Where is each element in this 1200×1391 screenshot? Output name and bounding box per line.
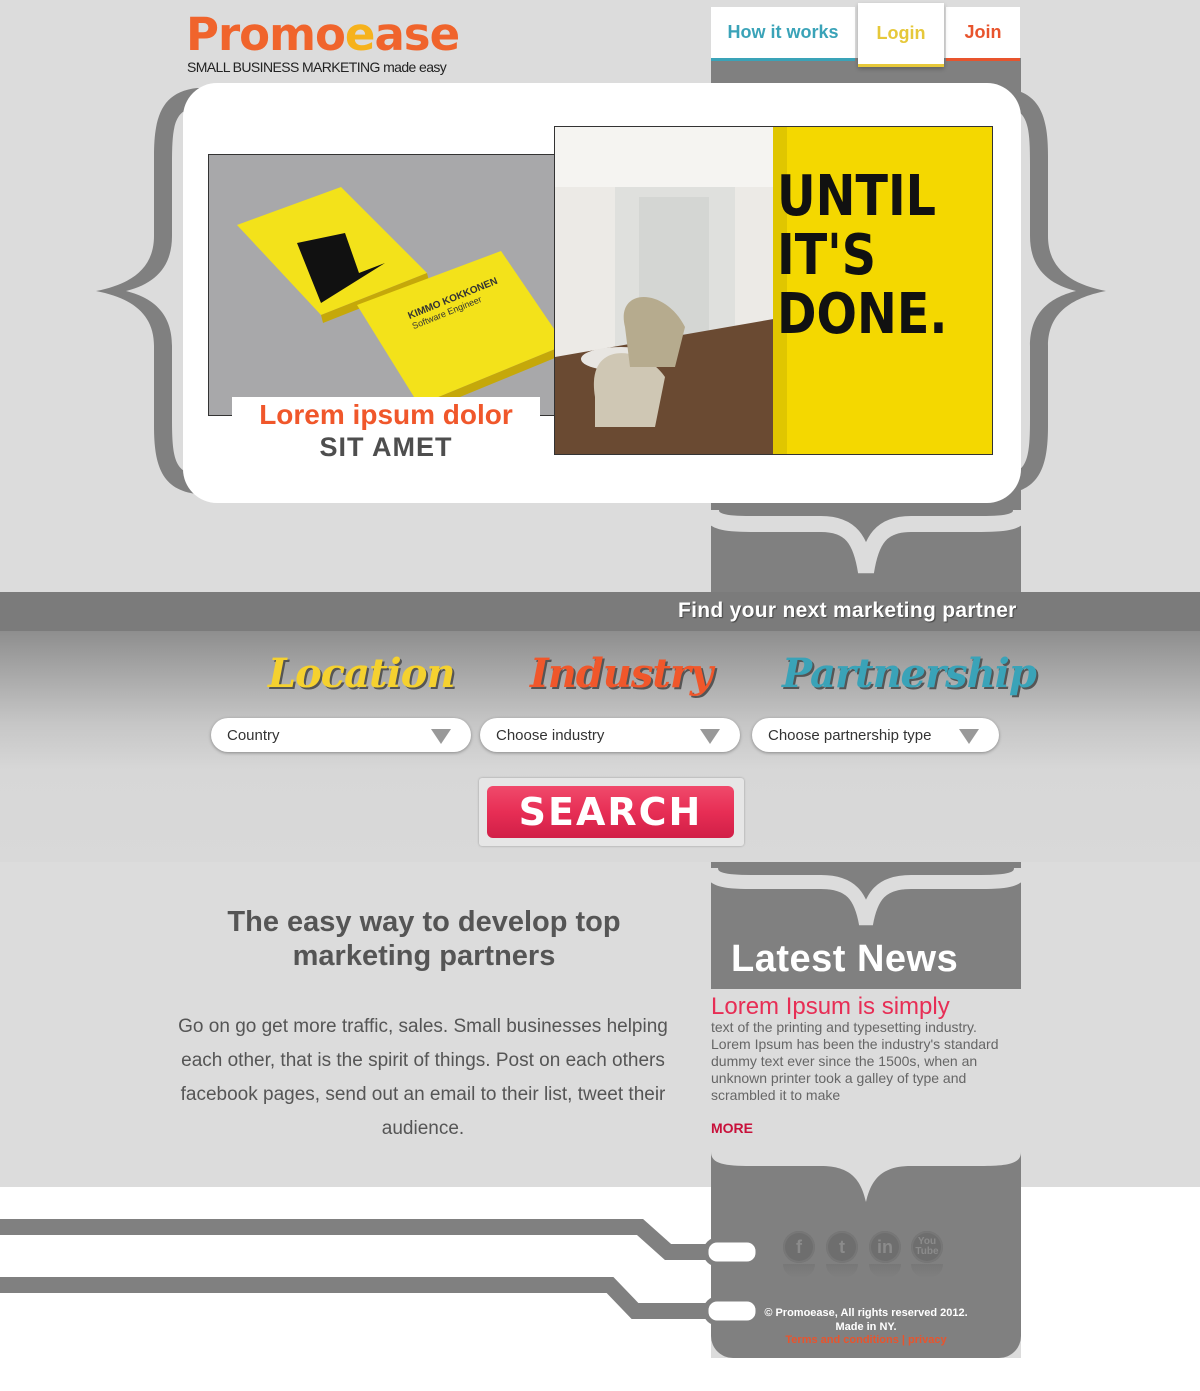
search-button[interactable]: SEARCH [487,786,734,838]
industry-select-value: Choose industry [496,726,605,744]
footer-right [1021,1187,1200,1391]
partnership-select[interactable]: Choose partnership type [752,718,999,752]
footer-brace-decoration [711,1140,1021,1202]
wall-text: UNTIL IT'S DONE. [777,164,948,347]
twitter-icon[interactable]: t [826,1231,858,1263]
tagline-caps: SMALL BUSINESS MARKETING [187,59,380,75]
footer-links[interactable]: Terms and conditions | privacy [711,1334,1021,1346]
dropdown-arrow-icon [431,729,451,744]
search-band-header [0,592,1200,631]
logo-part2: e [344,8,376,61]
footer-bottom [711,1358,1021,1391]
tagline-tail: made easy [379,59,447,75]
tagline: SMALL BUSINESS MARKETING made easy [187,59,447,75]
dropdown-arrow-icon [959,729,979,744]
news-brace-decoration [711,866,1021,926]
news-body: text of the printing and typesetting ind… [711,1019,999,1103]
logo-part1: Promo [186,8,346,61]
logo[interactable]: Promoease [186,12,460,58]
youtube-icon[interactable]: You Tube [911,1231,943,1263]
logo-part3: ase [374,8,460,61]
intro-body: Go on go get more traffic, sales. Small … [178,1016,668,1139]
partnership-select-value: Choose partnership type [768,726,932,744]
hero-photo-office: UNTIL IT'S DONE. [554,126,993,455]
dropdown-arrow-icon [700,729,720,744]
country-select[interactable]: Country [211,718,471,752]
copyright: © Promoease, All rights reserved 2012. M… [711,1306,1021,1334]
news-title: Latest News [731,938,959,980]
industry-label: Industry [530,650,713,697]
nav-login[interactable]: Login [858,3,944,67]
partnership-label: Partnership [782,650,1037,697]
copyright-line: © Promoease, All rights reserved 2012. [764,1307,968,1319]
location-label: Location [268,650,456,697]
industry-select[interactable]: Choose industry [480,718,740,752]
news-headline[interactable]: Lorem Ipsum is simply [711,993,950,1021]
bottom-brace-decoration [711,508,1021,574]
country-select-value: Country [227,726,280,744]
nav-join[interactable]: Join [946,7,1020,61]
made-in-line: Made in NY. [835,1321,897,1333]
linkedin-icon[interactable]: in [869,1231,901,1263]
facebook-icon[interactable]: f [783,1231,815,1263]
hero-caption-subtitle: SIT AMET [319,432,453,462]
intro-title: The easy way to develop top marketing pa… [227,906,621,972]
hero-caption-title: Lorem ipsum dolor [232,397,540,433]
news-more-link[interactable]: MORE [711,1120,753,1136]
search-band-title: Find your next marketing partner [678,599,1017,622]
hero-photo-business-cards: KIMMO KOKKONEN Software Engineer [208,154,577,416]
footer-line-decoration [0,1219,760,1326]
nav-how-it-works[interactable]: How it works [711,7,855,61]
